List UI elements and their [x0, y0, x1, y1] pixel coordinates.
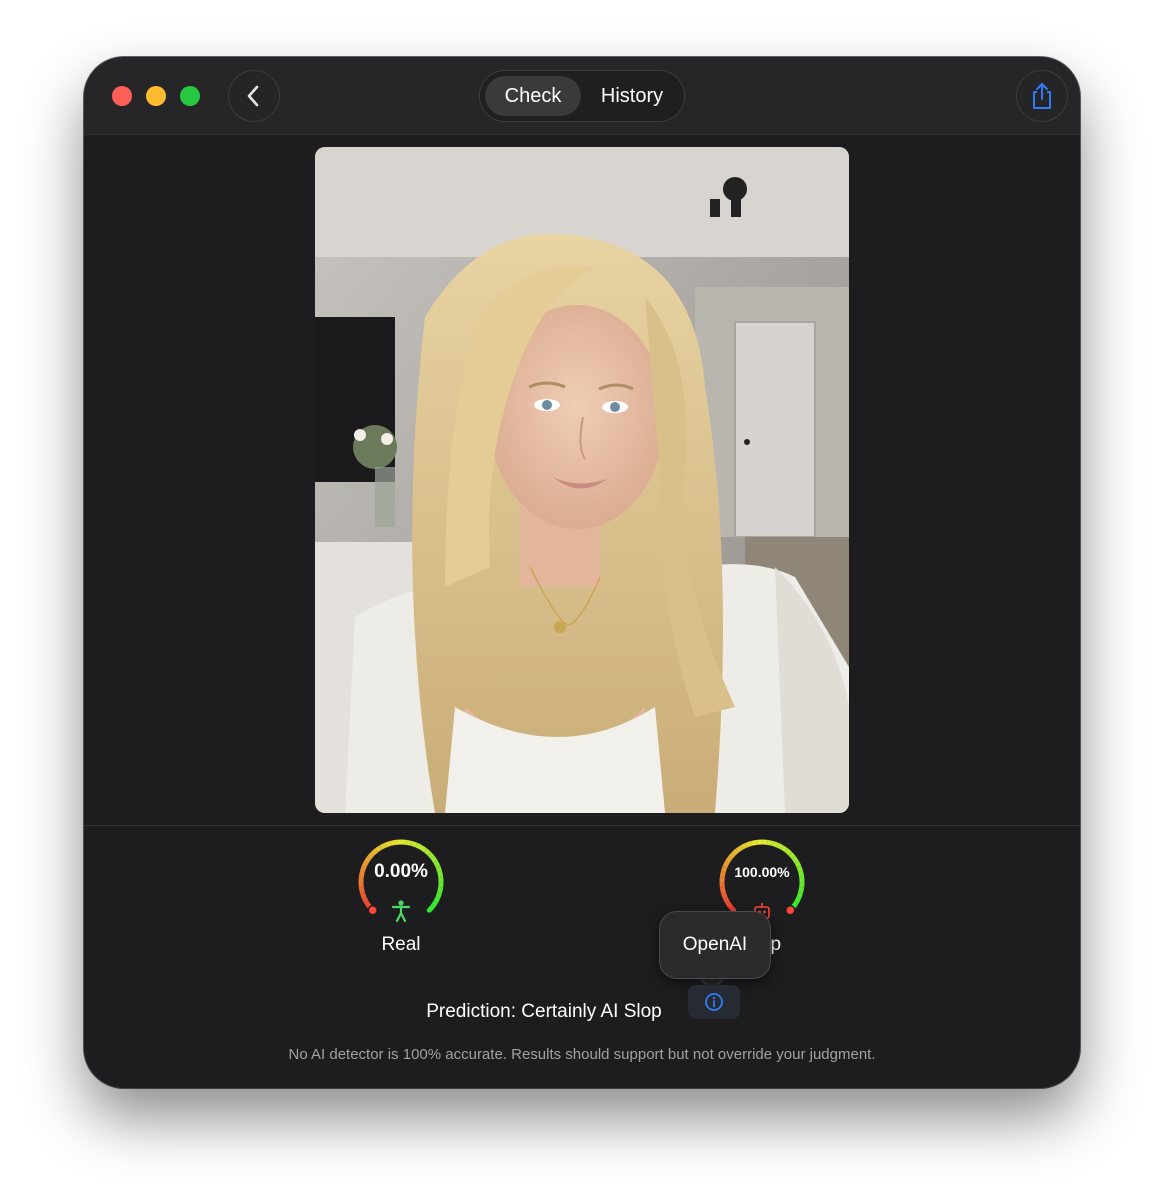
gauge-arc-segment [725, 900, 733, 908]
gauge-arc-segment [419, 845, 427, 853]
gauge-arc-segment [798, 886, 805, 893]
gauge-arc-segment [390, 839, 397, 846]
gauge-arc-segment [780, 845, 788, 853]
gauge-arc-segment [740, 842, 748, 850]
gauge-indicator-dot [785, 905, 796, 916]
gauge-arc-segment [370, 848, 379, 856]
gauge-arc-segment [776, 842, 784, 850]
gauge-arc-segment [367, 851, 375, 860]
disclaimer-text: No AI detector is 100% accurate. Results… [288, 1046, 876, 1063]
real-percentage: 0.00% [374, 861, 428, 882]
slop-percentage: 100.00% [734, 864, 790, 880]
app-window: Check History 0.00% Real 100.00% OpenAI … [84, 57, 1080, 1088]
tab-history[interactable]: History [584, 76, 680, 116]
gauge-arc-segment [796, 891, 804, 899]
gauge-arc-segment [719, 886, 726, 893]
view-switcher: Check History [479, 70, 685, 122]
gauge-arc-segment [794, 896, 802, 904]
gauge-arc-segment [788, 851, 796, 860]
gauge-arc-segment [405, 839, 412, 846]
gauge-arc-segment [437, 886, 444, 893]
real-gauge: 0.00% [356, 837, 446, 927]
gauge-arc-segment [359, 891, 367, 899]
gauge-arc-segment [751, 839, 758, 846]
gauge-arc-segment [728, 851, 736, 860]
gauge-arc-segment [433, 896, 441, 904]
gauge-arc-segment [784, 848, 793, 856]
gauge-arc-segment [435, 891, 443, 899]
gauge-arc-segment [364, 900, 372, 908]
gauge-arc-segment [791, 856, 799, 864]
zoom-window-button[interactable] [180, 86, 200, 106]
minimize-window-button[interactable] [146, 86, 166, 106]
section-divider [84, 825, 1080, 826]
gauge-arc-segment [736, 845, 744, 853]
gauge-arc-segment [410, 840, 418, 848]
person-icon [391, 900, 411, 922]
prediction-text: Prediction: Certainly AI Slop [426, 1001, 662, 1022]
analyzed-photo [315, 147, 849, 813]
toolbar: Check History [84, 57, 1080, 135]
gauge-arc-segment [358, 886, 365, 893]
close-window-button[interactable] [112, 86, 132, 106]
gauge-arc-segment [766, 839, 773, 846]
share-icon [1033, 83, 1051, 109]
gauge-arc-segment [415, 842, 423, 850]
gauge-arc-segment [725, 856, 733, 864]
gauge-indicator-dot [367, 905, 378, 916]
gauge-arc-segment [727, 903, 737, 913]
gauge-arc-segment [427, 851, 435, 860]
chevron-left-icon [247, 85, 259, 107]
gauge-arc-segment [426, 903, 436, 913]
gauge-arc-segment [771, 840, 779, 848]
real-label: Real [381, 934, 421, 955]
gauge-arc-segment [361, 896, 369, 904]
gauge-arc-segment [423, 848, 432, 856]
gauge-arc-segment [720, 891, 728, 899]
back-button[interactable] [228, 70, 280, 122]
gauge-arc-segment [375, 845, 383, 853]
gauge-arc-segment [384, 840, 392, 848]
gauge-arc-segment [731, 848, 740, 856]
gauge-arc-segment [745, 840, 753, 848]
gauge-arc-segment [722, 896, 730, 904]
share-button[interactable] [1016, 70, 1068, 122]
gauge-arc-segment [379, 842, 387, 850]
tab-check[interactable]: Check [485, 76, 581, 116]
model-tooltip: OpenAI [659, 911, 771, 979]
